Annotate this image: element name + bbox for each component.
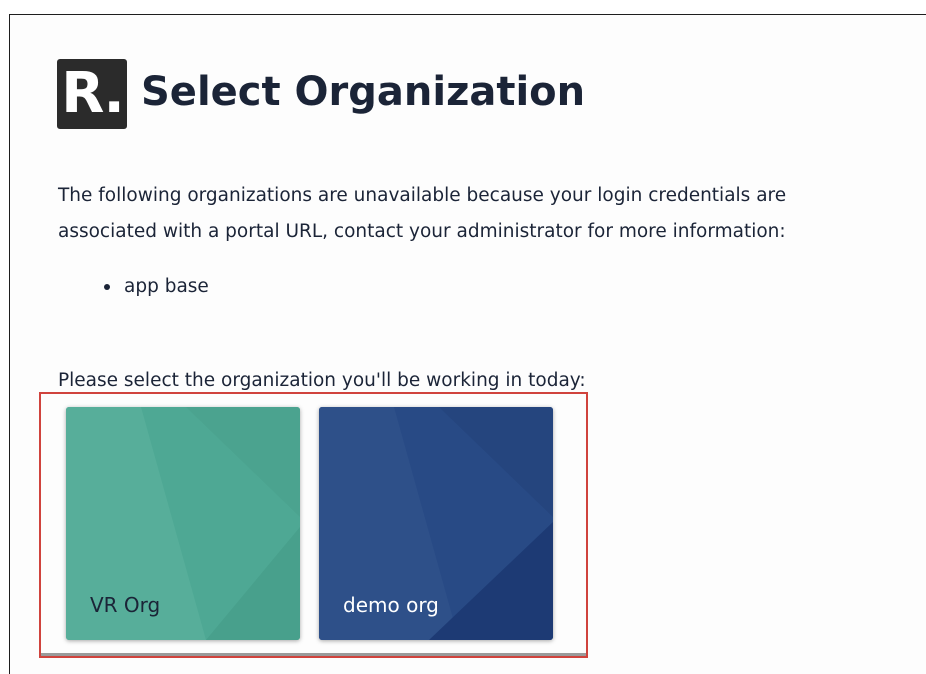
list-item: app base [58, 270, 209, 304]
unavailable-notice: The following organizations are unavaila… [58, 185, 787, 242]
page-title: Select Organization [141, 69, 586, 115]
divider [41, 653, 586, 656]
logo: R. [57, 59, 127, 129]
unavailable-org-name: app base [124, 276, 209, 297]
org-tile-label: VR Org [90, 593, 161, 617]
unavailable-org-list: app base [58, 270, 209, 304]
org-tile-label: demo org [343, 593, 439, 617]
bullet-icon [104, 284, 110, 290]
org-tile-demo-org[interactable]: demo org [319, 407, 553, 640]
org-tile-vr-org[interactable]: VR Org [66, 407, 300, 640]
